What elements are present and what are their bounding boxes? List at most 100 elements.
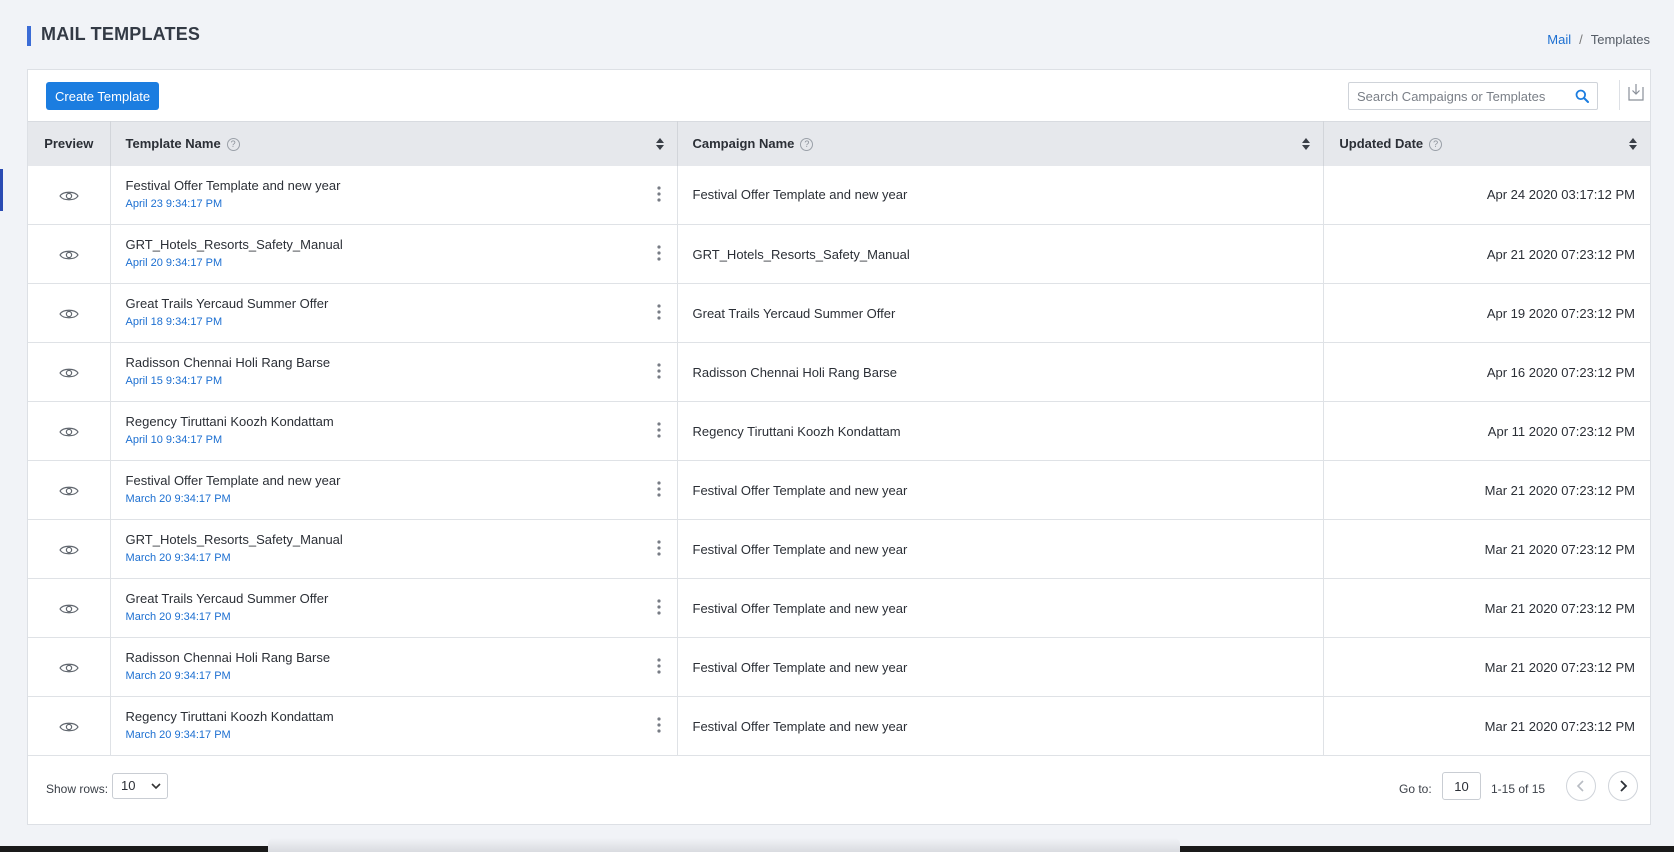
download-icon[interactable] — [1626, 82, 1646, 102]
preview-cell — [28, 401, 111, 461]
template-created-date: April 20 9:34:17 PM — [125, 257, 223, 269]
updated-date-cell: Mar 21 2020 07:23:12 PM — [1323, 637, 1650, 697]
breadcrumb-link-mail[interactable]: Mail — [1547, 32, 1571, 47]
page-range: 1-15 of 15 — [1491, 782, 1546, 796]
updated-date-cell: Mar 21 2020 07:23:12 PM — [1323, 578, 1650, 638]
preview-cell — [28, 460, 111, 520]
template-name[interactable]: Festival Offer Template and new year — [126, 178, 662, 193]
template-name[interactable]: GRT_Hotels_Resorts_Safety_Manual — [126, 532, 662, 547]
eye-icon[interactable] — [59, 425, 79, 439]
campaign-name-cell: GRT_Hotels_Resorts_Safety_Manual — [677, 224, 1325, 284]
template-name[interactable]: Festival Offer Template and new year — [126, 473, 662, 488]
help-icon[interactable]: ? — [800, 138, 814, 152]
table-row[interactable]: Radisson Chennai Holi Rang Barse April 1… — [28, 342, 1650, 402]
template-name-cell: Radisson Chennai Holi Rang Barse April 1… — [110, 342, 678, 402]
template-name-cell: Great Trails Yercaud Summer Offer March … — [110, 578, 678, 638]
table-row[interactable]: GRT_Hotels_Resorts_Safety_Manual April 2… — [28, 224, 1650, 284]
eye-icon[interactable] — [59, 307, 79, 321]
table-row[interactable]: Festival Offer Template and new year Mar… — [28, 460, 1650, 520]
eye-icon[interactable] — [59, 484, 79, 498]
kebab-menu-icon[interactable] — [656, 363, 661, 379]
help-icon[interactable]: ? — [1429, 138, 1443, 152]
preview-cell — [28, 165, 111, 225]
toolbar-divider — [1619, 80, 1620, 110]
template-name[interactable]: Great Trails Yercaud Summer Offer — [126, 591, 662, 606]
table-row[interactable]: Great Trails Yercaud Summer Offer March … — [28, 578, 1650, 638]
sort-icon[interactable] — [1301, 137, 1311, 151]
updated-date-cell: Apr 16 2020 07:23:12 PM — [1323, 342, 1650, 402]
eye-icon[interactable] — [59, 248, 79, 262]
template-created-date: March 20 9:34:17 PM — [125, 493, 231, 505]
column-header-preview: Preview — [28, 121, 111, 166]
title-accent-bar — [27, 26, 31, 46]
previous-page-button[interactable] — [1566, 771, 1596, 801]
kebab-menu-icon[interactable] — [656, 304, 661, 320]
updated-date-cell: Mar 21 2020 07:23:12 PM — [1323, 696, 1650, 756]
rows-per-page-select[interactable]: 10 — [112, 773, 168, 799]
template-created-date: March 20 9:34:17 PM — [125, 611, 231, 623]
kebab-menu-icon[interactable] — [656, 185, 661, 202]
chevron-left-icon — [1576, 780, 1584, 792]
breadcrumb: Mail / Templates — [1547, 32, 1650, 47]
left-edge-indicator — [0, 169, 3, 211]
template-name-cell: Regency Tiruttani Koozh Kondattam March … — [110, 696, 678, 756]
create-template-button[interactable]: Create Template — [46, 82, 160, 110]
template-name[interactable]: GRT_Hotels_Resorts_Safety_Manual — [126, 237, 662, 252]
table-row[interactable]: Regency Tiruttani Koozh Kondattam March … — [28, 696, 1650, 756]
table-row[interactable]: Festival Offer Template and new year Apr… — [28, 165, 1650, 225]
template-name-cell: Great Trails Yercaud Summer Offer April … — [110, 283, 678, 343]
kebab-menu-icon[interactable] — [656, 481, 661, 497]
preview-cell — [28, 283, 111, 343]
help-icon[interactable]: ? — [226, 138, 240, 152]
template-created-date: April 18 9:34:17 PM — [125, 316, 223, 328]
template-name-cell: GRT_Hotels_Resorts_Safety_Manual March 2… — [110, 519, 678, 579]
kebab-menu-icon[interactable] — [656, 540, 661, 556]
updated-date-cell: Apr 11 2020 07:23:12 PM — [1323, 401, 1650, 461]
search-icon[interactable] — [1575, 89, 1589, 103]
table-row[interactable]: Great Trails Yercaud Summer Offer April … — [28, 283, 1650, 343]
campaign-name-cell: Festival Offer Template and new year — [677, 519, 1325, 579]
next-page-button[interactable] — [1608, 771, 1638, 801]
template-name[interactable]: Radisson Chennai Holi Rang Barse — [126, 355, 662, 370]
search-input[interactable] — [1349, 83, 1569, 109]
eye-icon[interactable] — [59, 602, 79, 616]
table-row[interactable]: Regency Tiruttani Koozh Kondattam April … — [28, 401, 1650, 461]
goto-page-input[interactable] — [1442, 772, 1481, 800]
campaign-name-cell: Festival Offer Template and new year — [677, 460, 1325, 520]
template-name-cell: Festival Offer Template and new year Apr… — [110, 165, 678, 225]
preview-cell — [28, 519, 111, 579]
column-header-updated-date[interactable]: Updated Date? — [1323, 121, 1650, 166]
column-header-template-name[interactable]: Template Name? — [110, 121, 678, 166]
kebab-menu-icon[interactable] — [656, 599, 661, 615]
eye-icon[interactable] — [59, 661, 79, 675]
kebab-menu-icon[interactable] — [656, 658, 661, 674]
kebab-menu-icon[interactable] — [656, 717, 661, 733]
kebab-menu-icon[interactable] — [656, 245, 661, 261]
table-row[interactable]: Radisson Chennai Holi Rang Barse March 2… — [28, 637, 1650, 697]
sort-icon[interactable] — [1628, 137, 1638, 151]
sort-icon[interactable] — [655, 137, 665, 151]
column-header-label: Campaign Name — [692, 136, 795, 152]
table-row[interactable]: GRT_Hotels_Resorts_Safety_Manual March 2… — [28, 519, 1650, 579]
template-name[interactable]: Great Trails Yercaud Summer Offer — [126, 296, 662, 311]
chevron-down-icon — [151, 783, 161, 790]
template-created-date: April 15 9:34:17 PM — [125, 375, 223, 387]
preview-cell — [28, 224, 111, 284]
updated-date-cell: Mar 21 2020 07:23:12 PM — [1323, 519, 1650, 579]
column-header-label: Updated Date — [1339, 136, 1424, 152]
eye-icon[interactable] — [59, 366, 79, 380]
template-name[interactable]: Regency Tiruttani Koozh Kondattam — [126, 414, 662, 429]
template-created-date: April 23 9:34:17 PM — [125, 197, 223, 210]
templates-table: Preview Template Name? Campaign Name? Up… — [28, 121, 1650, 756]
column-header-campaign-name[interactable]: Campaign Name? — [677, 121, 1325, 166]
eye-icon[interactable] — [59, 189, 79, 203]
eye-icon[interactable] — [59, 543, 79, 557]
page-title: MAIL TEMPLATES — [41, 24, 201, 44]
eye-icon[interactable] — [59, 720, 79, 734]
dock-shade — [268, 838, 1180, 852]
breadcrumb-separator: / — [1579, 32, 1583, 47]
template-name[interactable]: Regency Tiruttani Koozh Kondattam — [126, 709, 662, 724]
template-name[interactable]: Radisson Chennai Holi Rang Barse — [126, 650, 662, 665]
updated-date-cell: Apr 21 2020 07:23:12 PM — [1323, 224, 1650, 284]
kebab-menu-icon[interactable] — [656, 422, 661, 438]
